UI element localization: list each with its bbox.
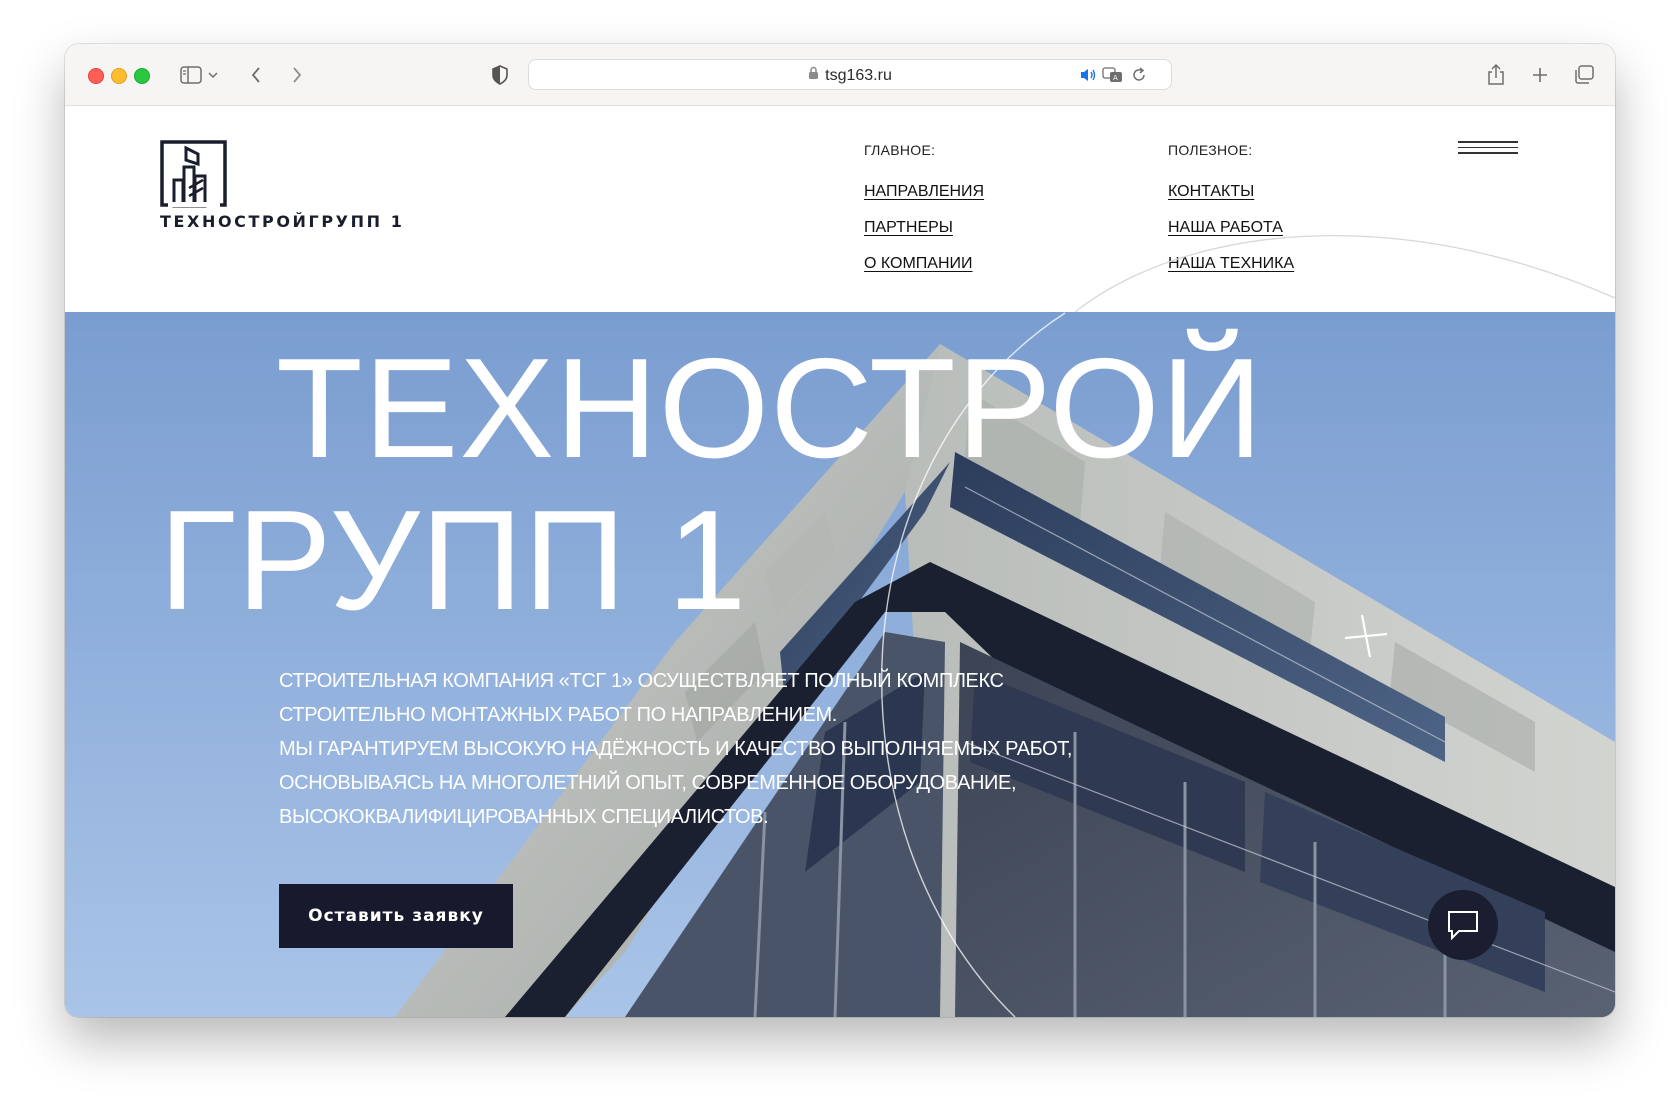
nav-useful-heading: ПОЛЕЗНОЕ: bbox=[1168, 142, 1253, 158]
browser-window: tsg163.ru A ТЕХНОСТРОЙГРУПП 1 ГЛАВНОЕ: Н… bbox=[65, 44, 1615, 1017]
nav-useful: ПОЛЕЗНОЕ: КОНТАКТЫ НАША РАБОТА НАША ТЕХН… bbox=[1168, 142, 1294, 291]
logo-text: ТЕХНОСТРОЙГРУПП 1 bbox=[160, 212, 405, 231]
hero-description: СТРОИТЕЛЬНАЯ КОМПАНИЯ «ТСГ 1» ОСУЩЕСТВЛЯ… bbox=[279, 664, 1099, 834]
nav-link-our-work[interactable]: НАША РАБОТА bbox=[1168, 219, 1294, 239]
nav-link-directions[interactable]: НАПРАВЛЕНИЯ bbox=[864, 183, 984, 203]
hero-description-line: СТРОИТЕЛЬНАЯ КОМПАНИЯ «ТСГ 1» ОСУЩЕСТВЛЯ… bbox=[279, 670, 1004, 692]
address-bar[interactable]: tsg163.ru A bbox=[528, 59, 1172, 90]
hero-description-line: ВЫСОКОКВАЛИФИЦИРОВАННЫХ СПЕЦИАЛИСТОВ. bbox=[279, 806, 769, 828]
translate-icon[interactable]: A bbox=[1102, 67, 1124, 88]
reload-icon[interactable] bbox=[1131, 67, 1147, 88]
share-icon[interactable] bbox=[1483, 44, 1509, 105]
hero-section: ТЕХНОСТРОЙ ГРУПП 1 СТРОИТЕЛЬНАЯ КОМПАНИЯ… bbox=[65, 312, 1615, 1017]
chat-icon bbox=[1448, 911, 1478, 941]
hero-description-line: МЫ ГАРАНТИРУЕМ ВЫСОКУЮ НАДЁЖНОСТЬ И КАЧЕ… bbox=[279, 738, 1073, 760]
chat-button[interactable] bbox=[1428, 890, 1498, 960]
minimize-window-button[interactable] bbox=[111, 68, 127, 84]
forward-icon[interactable] bbox=[286, 44, 308, 105]
leave-request-button[interactable]: Оставить заявку bbox=[279, 884, 513, 948]
speaker-icon[interactable] bbox=[1079, 67, 1097, 88]
url-text: tsg163.ru bbox=[825, 66, 892, 84]
shield-icon[interactable] bbox=[489, 44, 511, 105]
hero-title-line2: ГРУПП 1 bbox=[159, 481, 748, 640]
burger-menu-icon[interactable] bbox=[1458, 141, 1518, 161]
browser-toolbar: tsg163.ru A bbox=[65, 44, 1615, 106]
back-icon[interactable] bbox=[245, 44, 267, 105]
hero-title-line1: ТЕХНОСТРОЙ bbox=[276, 329, 1264, 488]
nav-link-about[interactable]: О КОМПАНИИ bbox=[864, 255, 984, 275]
sidebar-icon[interactable] bbox=[178, 44, 204, 105]
lock-icon bbox=[808, 66, 819, 85]
hero-description-line: ОСНОВЫВАЯСЬ НА МНОГОЛЕТНИЙ ОПЫТ, СОВРЕМЕ… bbox=[279, 772, 1017, 794]
nav-link-contacts[interactable]: КОНТАКТЫ bbox=[1168, 183, 1294, 203]
nav-link-partners[interactable]: ПАРТНЕРЫ bbox=[864, 219, 984, 239]
tabs-icon[interactable] bbox=[1571, 44, 1597, 105]
nav-main: ГЛАВНОЕ: НАПРАВЛЕНИЯ ПАРТНЕРЫ О КОМПАНИИ bbox=[864, 142, 984, 291]
nav-main-heading: ГЛАВНОЕ: bbox=[864, 142, 936, 158]
plus-icon[interactable] bbox=[1527, 44, 1553, 105]
close-window-button[interactable] bbox=[88, 68, 104, 84]
site-header: ТЕХНОСТРОЙГРУПП 1 ГЛАВНОЕ: НАПРАВЛЕНИЯ П… bbox=[65, 106, 1615, 312]
svg-text:A: A bbox=[1113, 74, 1118, 82]
hero-description-line: СТРОИТЕЛЬНО МОНТАЖНЫХ РАБОТ ПО НАПРАВЛЕН… bbox=[279, 704, 837, 726]
nav-link-our-equipment[interactable]: НАША ТЕХНИКА bbox=[1168, 255, 1294, 275]
chevron-down-icon[interactable] bbox=[206, 44, 220, 105]
zoom-window-button[interactable] bbox=[134, 68, 150, 84]
